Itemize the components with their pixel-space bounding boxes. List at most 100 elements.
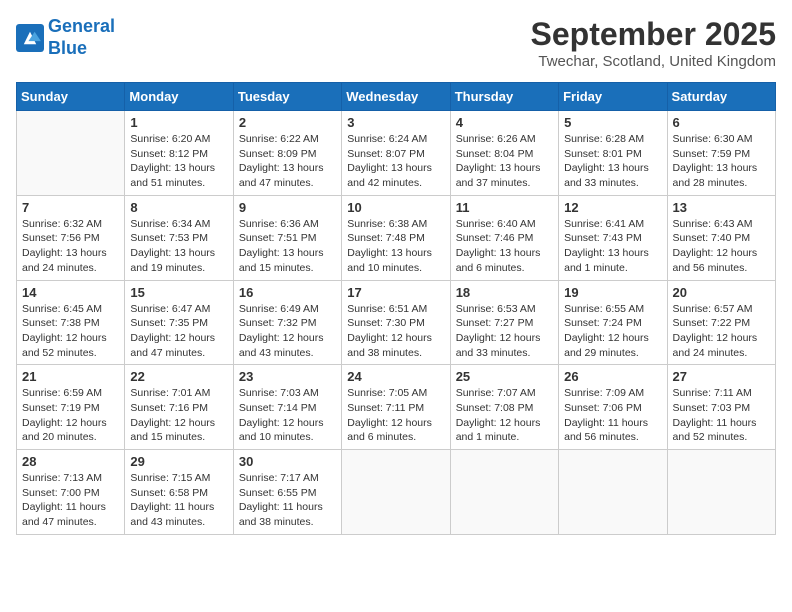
calendar-cell: 18 Sunrise: 6:53 AMSunset: 7:27 PMDayligh… bbox=[450, 280, 558, 365]
day-info: Sunrise: 6:34 AMSunset: 7:53 PMDaylight:… bbox=[130, 217, 227, 276]
calendar-cell bbox=[342, 450, 450, 535]
day-number: 29 bbox=[130, 454, 227, 469]
logo: General Blue bbox=[16, 16, 115, 59]
calendar-cell: 22 Sunrise: 7:01 AMSunset: 7:16 PMDayligh… bbox=[125, 365, 233, 450]
calendar-cell: 25 Sunrise: 7:07 AMSunset: 7:08 PMDayligh… bbox=[450, 365, 558, 450]
calendar-cell bbox=[450, 450, 558, 535]
day-number: 21 bbox=[22, 369, 119, 384]
header-day: Thursday bbox=[450, 83, 558, 111]
calendar-cell: 17 Sunrise: 6:51 AMSunset: 7:30 PMDayligh… bbox=[342, 280, 450, 365]
header-row: SundayMondayTuesdayWednesdayThursdayFrid… bbox=[17, 83, 776, 111]
calendar-cell: 5 Sunrise: 6:28 AMSunset: 8:01 PMDaylight… bbox=[559, 111, 667, 196]
calendar-cell: 13 Sunrise: 6:43 AMSunset: 7:40 PMDayligh… bbox=[667, 195, 775, 280]
calendar-cell bbox=[17, 111, 125, 196]
month-title: September 2025 bbox=[531, 16, 776, 53]
day-info: Sunrise: 6:26 AMSunset: 8:04 PMDaylight:… bbox=[456, 132, 553, 191]
day-info: Sunrise: 6:36 AMSunset: 7:51 PMDaylight:… bbox=[239, 217, 336, 276]
day-number: 12 bbox=[564, 200, 661, 215]
day-info: Sunrise: 6:59 AMSunset: 7:19 PMDaylight:… bbox=[22, 386, 119, 445]
calendar-cell: 10 Sunrise: 6:38 AMSunset: 7:48 PMDayligh… bbox=[342, 195, 450, 280]
day-number: 2 bbox=[239, 115, 336, 130]
calendar-body: 1Sunrise: 6:20 AMSunset: 8:12 PMDaylight… bbox=[17, 111, 776, 535]
calendar-row: 28Sunrise: 7:13 AMSunset: 7:00 PMDayligh… bbox=[17, 450, 776, 535]
day-info: Sunrise: 7:05 AMSunset: 7:11 PMDaylight:… bbox=[347, 386, 444, 445]
calendar-cell: 4 Sunrise: 6:26 AMSunset: 8:04 PMDaylight… bbox=[450, 111, 558, 196]
day-info: Sunrise: 6:30 AMSunset: 7:59 PMDaylight:… bbox=[673, 132, 770, 191]
day-number: 10 bbox=[347, 200, 444, 215]
calendar-cell: 16 Sunrise: 6:49 AMSunset: 7:32 PMDayligh… bbox=[233, 280, 341, 365]
calendar-cell: 14Sunrise: 6:45 AMSunset: 7:38 PMDayligh… bbox=[17, 280, 125, 365]
calendar-cell: 1Sunrise: 6:20 AMSunset: 8:12 PMDaylight… bbox=[125, 111, 233, 196]
day-info: Sunrise: 7:09 AMSunset: 7:06 PMDaylight:… bbox=[564, 386, 661, 445]
day-number: 7 bbox=[22, 200, 119, 215]
calendar-cell: 23 Sunrise: 7:03 AMSunset: 7:14 PMDayligh… bbox=[233, 365, 341, 450]
logo-icon bbox=[16, 24, 44, 52]
day-number: 27 bbox=[673, 369, 770, 384]
calendar-row: 1Sunrise: 6:20 AMSunset: 8:12 PMDaylight… bbox=[17, 111, 776, 196]
calendar-cell: 7Sunrise: 6:32 AMSunset: 7:56 PMDaylight… bbox=[17, 195, 125, 280]
day-number: 13 bbox=[673, 200, 770, 215]
day-info: Sunrise: 7:03 AMSunset: 7:14 PMDaylight:… bbox=[239, 386, 336, 445]
day-number: 25 bbox=[456, 369, 553, 384]
calendar-cell: 2 Sunrise: 6:22 AMSunset: 8:09 PMDaylight… bbox=[233, 111, 341, 196]
calendar-cell: 30 Sunrise: 7:17 AMSunset: 6:55 PMDayligh… bbox=[233, 450, 341, 535]
day-info: Sunrise: 6:43 AMSunset: 7:40 PMDaylight:… bbox=[673, 217, 770, 276]
calendar-cell: 29Sunrise: 7:15 AMSunset: 6:58 PMDayligh… bbox=[125, 450, 233, 535]
day-info: Sunrise: 6:53 AMSunset: 7:27 PMDaylight:… bbox=[456, 302, 553, 361]
calendar-cell: 15 Sunrise: 6:47 AMSunset: 7:35 PMDayligh… bbox=[125, 280, 233, 365]
calendar-cell: 11 Sunrise: 6:40 AMSunset: 7:46 PMDayligh… bbox=[450, 195, 558, 280]
calendar-cell bbox=[559, 450, 667, 535]
calendar-cell bbox=[667, 450, 775, 535]
calendar-cell: 21 Sunrise: 6:59 AMSunset: 7:19 PMDayligh… bbox=[17, 365, 125, 450]
calendar-row: 21 Sunrise: 6:59 AMSunset: 7:19 PMDayligh… bbox=[17, 365, 776, 450]
day-info: Sunrise: 6:51 AMSunset: 7:30 PMDaylight:… bbox=[347, 302, 444, 361]
location: Twechar, Scotland, United Kingdom bbox=[531, 53, 776, 70]
day-number: 30 bbox=[239, 454, 336, 469]
calendar-cell: 26 Sunrise: 7:09 AMSunset: 7:06 PMDayligh… bbox=[559, 365, 667, 450]
day-info: Sunrise: 7:07 AMSunset: 7:08 PMDaylight:… bbox=[456, 386, 553, 445]
day-info: Sunrise: 7:01 AMSunset: 7:16 PMDaylight:… bbox=[130, 386, 227, 445]
day-number: 15 bbox=[130, 285, 227, 300]
day-info: Sunrise: 6:47 AMSunset: 7:35 PMDaylight:… bbox=[130, 302, 227, 361]
header-day: Wednesday bbox=[342, 83, 450, 111]
day-number: 9 bbox=[239, 200, 336, 215]
day-number: 11 bbox=[456, 200, 553, 215]
calendar-row: 14Sunrise: 6:45 AMSunset: 7:38 PMDayligh… bbox=[17, 280, 776, 365]
day-info: Sunrise: 6:40 AMSunset: 7:46 PMDaylight:… bbox=[456, 217, 553, 276]
calendar-cell: 20Sunrise: 6:57 AMSunset: 7:22 PMDayligh… bbox=[667, 280, 775, 365]
day-info: Sunrise: 6:38 AMSunset: 7:48 PMDaylight:… bbox=[347, 217, 444, 276]
calendar-cell: 3Sunrise: 6:24 AMSunset: 8:07 PMDaylight… bbox=[342, 111, 450, 196]
day-info: Sunrise: 6:24 AMSunset: 8:07 PMDaylight:… bbox=[347, 132, 444, 191]
header-day: Friday bbox=[559, 83, 667, 111]
header-day: Sunday bbox=[17, 83, 125, 111]
calendar-cell: 8 Sunrise: 6:34 AMSunset: 7:53 PMDaylight… bbox=[125, 195, 233, 280]
day-info: Sunrise: 6:22 AMSunset: 8:09 PMDaylight:… bbox=[239, 132, 336, 191]
calendar-row: 7Sunrise: 6:32 AMSunset: 7:56 PMDaylight… bbox=[17, 195, 776, 280]
calendar-cell: 6Sunrise: 6:30 AMSunset: 7:59 PMDaylight… bbox=[667, 111, 775, 196]
day-number: 16 bbox=[239, 285, 336, 300]
day-info: Sunrise: 7:17 AMSunset: 6:55 PMDaylight:… bbox=[239, 471, 336, 530]
day-info: Sunrise: 7:11 AMSunset: 7:03 PMDaylight:… bbox=[673, 386, 770, 445]
day-number: 22 bbox=[130, 369, 227, 384]
header-day: Tuesday bbox=[233, 83, 341, 111]
calendar-cell: 24Sunrise: 7:05 AMSunset: 7:11 PMDayligh… bbox=[342, 365, 450, 450]
calendar-cell: 12Sunrise: 6:41 AMSunset: 7:43 PMDayligh… bbox=[559, 195, 667, 280]
title-area: September 2025 Twechar, Scotland, United… bbox=[531, 16, 776, 70]
day-number: 17 bbox=[347, 285, 444, 300]
page-header: General Blue September 2025 Twechar, Sco… bbox=[16, 16, 776, 70]
day-info: Sunrise: 6:28 AMSunset: 8:01 PMDaylight:… bbox=[564, 132, 661, 191]
day-number: 18 bbox=[456, 285, 553, 300]
logo-text: General Blue bbox=[48, 16, 115, 59]
day-number: 4 bbox=[456, 115, 553, 130]
day-number: 5 bbox=[564, 115, 661, 130]
day-number: 8 bbox=[130, 200, 227, 215]
day-number: 26 bbox=[564, 369, 661, 384]
day-info: Sunrise: 6:20 AMSunset: 8:12 PMDaylight:… bbox=[130, 132, 227, 191]
day-info: Sunrise: 6:55 AMSunset: 7:24 PMDaylight:… bbox=[564, 302, 661, 361]
day-number: 20 bbox=[673, 285, 770, 300]
day-number: 19 bbox=[564, 285, 661, 300]
day-info: Sunrise: 6:49 AMSunset: 7:32 PMDaylight:… bbox=[239, 302, 336, 361]
calendar-cell: 9 Sunrise: 6:36 AMSunset: 7:51 PMDaylight… bbox=[233, 195, 341, 280]
calendar-table: SundayMondayTuesdayWednesdayThursdayFrid… bbox=[16, 82, 776, 535]
day-number: 23 bbox=[239, 369, 336, 384]
